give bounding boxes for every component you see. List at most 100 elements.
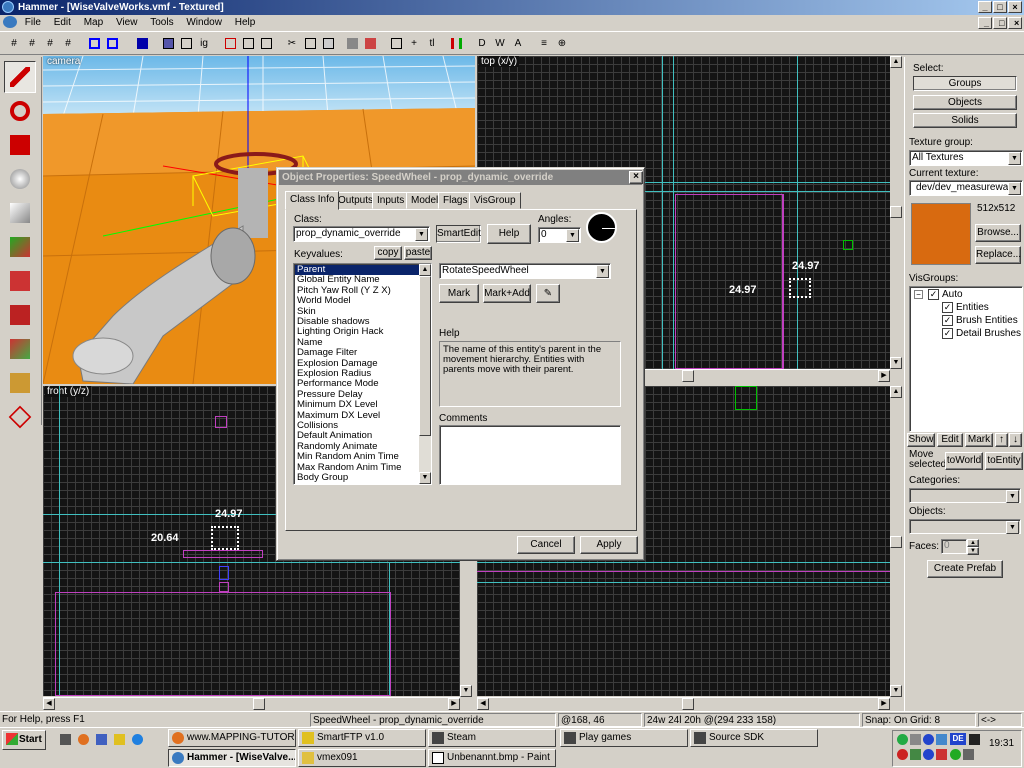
- visgroup-entities-checkbox[interactable]: ✓: [942, 302, 953, 313]
- show-desktop-icon[interactable]: [60, 734, 71, 745]
- vertex-tool-icon[interactable]: [448, 36, 464, 51]
- menu-map[interactable]: Map: [79, 15, 108, 31]
- tray-usb-icon[interactable]: [910, 734, 921, 745]
- top-view-vscroll[interactable]: ▲ ▼: [890, 56, 902, 369]
- chevron-down-icon[interactable]: ▼: [566, 229, 579, 242]
- clipping-tool[interactable]: [4, 367, 36, 399]
- check-map-icon[interactable]: ⊕: [554, 36, 570, 51]
- tray-messenger-icon[interactable]: [923, 749, 934, 760]
- tray-monitor-icon[interactable]: [936, 734, 947, 745]
- chevron-down-icon[interactable]: ▼: [596, 265, 609, 278]
- move-up-icon[interactable]: ↑: [995, 433, 1008, 447]
- menu-edit[interactable]: Edit: [49, 15, 76, 31]
- visgroup-mark-button[interactable]: Mark: [965, 433, 993, 447]
- larger-grid-icon[interactable]: #: [60, 36, 76, 51]
- chevron-down-icon[interactable]: ▼: [1006, 490, 1019, 503]
- menu-file[interactable]: File: [20, 15, 46, 31]
- show-all-icon[interactable]: [258, 36, 274, 51]
- categories-combobox[interactable]: ▼: [909, 488, 1021, 503]
- overlay-tool[interactable]: [4, 333, 36, 365]
- current-texture-combobox[interactable]: dev/dev_measurewall0 ▼: [909, 180, 1023, 196]
- paste-button[interactable]: paste: [404, 246, 432, 260]
- tray-network-icon[interactable]: [969, 734, 980, 745]
- collapse-icon[interactable]: −: [914, 290, 923, 299]
- texture-scale-lock-icon[interactable]: [362, 36, 378, 51]
- minimize-button[interactable]: _: [978, 1, 992, 13]
- faces-input[interactable]: 0: [941, 539, 967, 554]
- apply-texture-tool[interactable]: [4, 265, 36, 297]
- entity-report-icon[interactable]: ≡: [536, 36, 552, 51]
- faces-up-icon[interactable]: ▲: [967, 539, 979, 547]
- eyedropper-button[interactable]: ✎: [536, 284, 560, 303]
- firefox-icon[interactable]: [78, 734, 89, 745]
- objects-combobox[interactable]: ▼: [909, 519, 1021, 534]
- visgroup-edit-button[interactable]: Edit: [937, 433, 963, 447]
- side-view-hscroll[interactable]: ◀ ▶: [477, 697, 890, 710]
- browse-button[interactable]: Browse...: [975, 224, 1021, 242]
- hide-selected-icon[interactable]: [222, 36, 238, 51]
- visgroups-tree[interactable]: − ✓ Auto ✓ Entities ✓ Brush Entities ✓ D…: [909, 286, 1023, 432]
- select-solids-button[interactable]: Solids: [913, 113, 1017, 128]
- keyvalue-row[interactable]: Body Group: [295, 472, 419, 483]
- language-indicator[interactable]: DE: [950, 733, 966, 745]
- text-tool-icon[interactable]: tl: [424, 36, 440, 51]
- chevron-down-icon[interactable]: ▼: [1006, 521, 1019, 534]
- front-view-hscroll[interactable]: ◀ ▶: [43, 697, 460, 710]
- apply-button[interactable]: Apply: [580, 536, 638, 554]
- value-combobox[interactable]: RotateSpeedWheel ▼: [439, 263, 611, 279]
- keyvalues-list[interactable]: Parent Global Entity Name Pitch Yaw Roll (…: [293, 263, 432, 485]
- tab-flags[interactable]: Flags: [438, 192, 473, 209]
- clock[interactable]: 19:31: [989, 738, 1014, 749]
- displacement-walk-icon[interactable]: W: [492, 36, 508, 51]
- select-groups-button[interactable]: Groups: [913, 76, 1017, 91]
- start-button[interactable]: Start: [2, 730, 46, 750]
- task-hammer[interactable]: Hammer - [WiseValve...: [168, 749, 296, 767]
- smartedit-toggle[interactable]: SmartEdit: [436, 225, 481, 243]
- select-box-icon[interactable]: [388, 36, 404, 51]
- select-objects-button[interactable]: Objects: [913, 95, 1017, 110]
- texture-application-tool[interactable]: [4, 231, 36, 263]
- displacement-alpha-icon[interactable]: A: [510, 36, 526, 51]
- task-firefox[interactable]: www.MAPPING-TUTORIA...: [168, 729, 296, 747]
- cut-icon[interactable]: ✂: [284, 36, 300, 51]
- crosshair-icon[interactable]: +: [406, 36, 422, 51]
- grid-toggle-icon[interactable]: #: [6, 36, 22, 51]
- visgroup-detail-brushes-checkbox[interactable]: ✓: [942, 328, 953, 339]
- doc-icon[interactable]: [3, 16, 17, 29]
- cancel-button[interactable]: Cancel: [517, 536, 575, 554]
- doc-minimize-button[interactable]: _: [978, 17, 992, 29]
- menu-view[interactable]: View: [111, 15, 143, 31]
- visgroup-brush-entities-checkbox[interactable]: ✓: [942, 315, 953, 326]
- entity-tool[interactable]: [4, 163, 36, 195]
- angles-combobox[interactable]: 0 ▼: [538, 227, 581, 243]
- task-smartftp[interactable]: SmartFTP v1.0: [298, 729, 426, 747]
- faces-down-icon[interactable]: ▼: [967, 547, 979, 555]
- paste-icon[interactable]: [320, 36, 336, 51]
- toggle-autoselect-icon[interactable]: [134, 36, 150, 51]
- task-play-games[interactable]: Play games: [560, 729, 688, 747]
- comments-textarea[interactable]: [439, 425, 621, 485]
- close-button[interactable]: ×: [1008, 1, 1022, 13]
- texture-preview[interactable]: [911, 203, 971, 265]
- dialog-close-button[interactable]: ×: [629, 171, 643, 184]
- task-paint[interactable]: Unbenannt.bmp - Paint: [428, 749, 556, 767]
- doc-close-button[interactable]: ×: [1008, 17, 1022, 29]
- replace-button[interactable]: Replace...: [975, 246, 1021, 264]
- to-world-button[interactable]: toWorld: [945, 452, 983, 470]
- task-source-sdk[interactable]: Source SDK: [690, 729, 818, 747]
- network-icon[interactable]: [96, 734, 107, 745]
- help-button[interactable]: Help: [487, 224, 531, 244]
- block-tool[interactable]: [4, 197, 36, 229]
- mark-add-button[interactable]: Mark+Add: [483, 284, 531, 303]
- keyvalues-scrollbar[interactable]: ▲ ▼: [419, 264, 431, 484]
- ungroup-icon[interactable]: ig: [196, 36, 212, 51]
- menu-help[interactable]: Help: [230, 15, 261, 31]
- carve-icon[interactable]: [160, 36, 176, 51]
- tray-antivirus-icon[interactable]: [897, 749, 908, 760]
- texture-group-combobox[interactable]: All Textures ▼: [909, 150, 1023, 166]
- side-view-vscroll[interactable]: ▲ ▼: [890, 386, 902, 697]
- visgroup-show-button[interactable]: Show: [907, 433, 935, 447]
- mark-button[interactable]: Mark: [439, 284, 479, 303]
- menu-window[interactable]: Window: [181, 15, 227, 31]
- tab-inputs[interactable]: Inputs: [372, 192, 410, 209]
